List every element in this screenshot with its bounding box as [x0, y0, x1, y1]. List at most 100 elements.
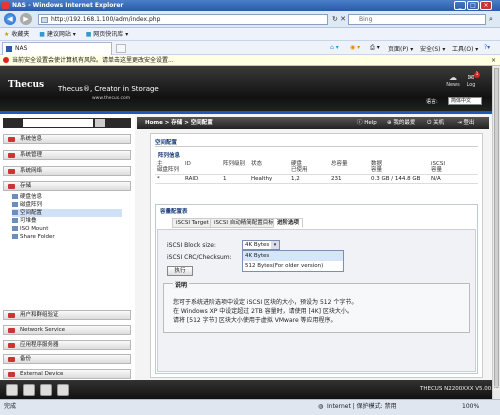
sidebar-search-input[interactable]	[23, 119, 93, 127]
tab-favicon	[6, 46, 12, 52]
sidebar-item-system-info[interactable]: 系统信息	[3, 134, 131, 144]
sidebar-item-system-network[interactable]: 系统网络	[3, 166, 131, 176]
back-icon[interactable]: ◀	[4, 13, 16, 25]
maximize-button[interactable]: □	[467, 1, 479, 10]
close-button[interactable]: ×	[480, 1, 492, 10]
safety-menu[interactable]: 安全(S) ▾	[420, 44, 445, 53]
refresh-icon[interactable]: ↻ ✕	[332, 15, 346, 23]
description-line-2: 在 Windows XP 中设定超过 2TB 容量时，请使用 [4K] 区块大小…	[173, 308, 353, 315]
sidebar-item-label: 系统信息	[20, 136, 43, 142]
brand-slogan: Thecus®, Creator in Storage	[58, 85, 159, 93]
news-button[interactable]: ☁ News	[446, 73, 460, 88]
sidebar-search-button[interactable]	[95, 119, 105, 127]
scroll-thumb[interactable]	[494, 68, 499, 388]
info-icon	[8, 137, 15, 142]
page-menu[interactable]: 页面(P) ▾	[388, 44, 413, 53]
usb-icon	[8, 372, 15, 377]
subitem-label: 空间配置	[20, 210, 43, 216]
dropdown-option-4k[interactable]: 4K Bytes	[243, 251, 343, 261]
tab-advanced-options[interactable]: 进阶选项	[273, 218, 304, 228]
close-infobar-icon[interactable]: ×	[491, 55, 496, 66]
shutdown-label: 关机	[433, 120, 445, 126]
col-disks: 硬盘 已使用	[289, 160, 329, 175]
shutdown-button[interactable]: ⏻ 关机	[427, 117, 444, 129]
storage-icon	[8, 184, 15, 189]
sidebar-subitem-share-folder[interactable]: Share Folder	[12, 233, 122, 241]
help-label: Help	[364, 120, 377, 126]
address-input[interactable]: http://192.168.1.100/adm/index.php	[38, 14, 328, 25]
cell-master: *	[155, 174, 183, 184]
news-icon: ☁	[449, 73, 457, 82]
sidebar-item-user-auth[interactable]: 用户和群组验证	[3, 310, 131, 320]
logout-button[interactable]: ⇥ 登出	[457, 117, 474, 129]
web-slice-gallery-link[interactable]: 网页快讯库 ▾	[93, 31, 128, 38]
home-icon[interactable]: ⌂ ▾	[330, 44, 339, 51]
block-size-select[interactable]: 4K Bytes ▾	[242, 240, 280, 250]
new-tab-button[interactable]	[116, 44, 126, 53]
search-input[interactable]: Bing	[348, 14, 486, 25]
sidebar-item-system-management[interactable]: 系统管理	[3, 150, 131, 160]
tab-iscsi-thin-provisioning[interactable]: iSCSI 自动精简配置目标	[210, 218, 278, 228]
raid-table: 主 磁盘阵列 ID 阵列级别 状态 硬盘 已使用 总容量 数据 容量 iSCSI…	[155, 160, 478, 184]
storage-status-icon[interactable]	[40, 384, 52, 396]
sidebar-subitem-disk-info[interactable]: 硬盘信息	[12, 193, 122, 201]
subitem-label: ISO Mount	[20, 226, 49, 232]
security-info-bar[interactable]: 当前安全设置会使计算机有风险。请单击这里更改安全设置... ×	[0, 55, 500, 66]
language-select[interactable]: 简体中文	[448, 97, 482, 105]
col-status: 状态	[249, 160, 289, 175]
vertical-scrollbar[interactable]	[492, 66, 500, 399]
disk-status-icon[interactable]	[23, 384, 35, 396]
sidebar-search	[3, 118, 131, 128]
minimize-button[interactable]: _	[454, 1, 466, 10]
feeds-icon[interactable]: ◉ ▾	[350, 44, 360, 51]
users-icon	[8, 313, 15, 318]
info-text: 当前安全设置会使计算机有风险。请单击这里更改安全设置...	[12, 57, 174, 64]
sidebar-item-backup[interactable]: 备份	[3, 354, 131, 364]
print-icon[interactable]: ⎙ ▾	[370, 44, 380, 52]
sidebar-subitem-raid[interactable]: 磁盘阵列	[12, 201, 122, 209]
sidebar-item-label: 存储	[20, 183, 32, 189]
sidebar-item-network-service[interactable]: Network Service	[3, 325, 131, 335]
language-label: 语言:	[426, 99, 438, 105]
network-icon	[8, 169, 15, 174]
block-size-dropdown: 4K Bytes 512 Bytes(For older version)	[242, 250, 344, 272]
help-icon[interactable]: ?▾	[484, 44, 490, 51]
settings-icon	[8, 153, 15, 158]
sidebar-item-label: 应用程序服务器	[20, 342, 59, 348]
subitem-label: 可堆叠	[20, 218, 37, 224]
suggested-sites-link[interactable]: 建议网站 ▾	[47, 31, 76, 38]
favorites-link[interactable]: 收藏夹	[11, 31, 29, 38]
page-icon	[41, 17, 48, 23]
sidebar-item-external-device[interactable]: External Device	[3, 369, 131, 379]
help-button[interactable]: ⓘ Help	[357, 117, 377, 129]
favorite-button[interactable]: ⊕ 我的最爱	[387, 117, 415, 129]
sidebar-subitem-stackable[interactable]: 可堆叠	[12, 217, 122, 225]
sidebar-subitem-space-allocation[interactable]: 空间配置	[12, 209, 122, 217]
browser-status-bar: 完成 ◍ Internet | 保护模式: 禁用 100%	[0, 399, 500, 415]
table-row[interactable]: * RAID 1 Healthy 1,2 231 0.3 GB / 144.8 …	[155, 174, 478, 184]
sidebar-item-storage[interactable]: 存储	[3, 181, 131, 191]
sidebar-subitem-iso-mount[interactable]: ISO Mount	[12, 225, 122, 233]
monitor-icon[interactable]	[6, 384, 18, 396]
camera-icon[interactable]	[57, 384, 69, 396]
dropdown-option-512[interactable]: 512 Bytes(For older version)	[243, 261, 343, 271]
firmware-version: THECUS N2200XXX V5.00.02	[420, 386, 500, 392]
tab-iscsi-target[interactable]: iSCSI Target	[172, 218, 213, 228]
tab-nas[interactable]: NAS	[2, 42, 112, 55]
news-label: News	[446, 82, 460, 88]
cell-data-capacity: 0.3 GB / 144.8 GB	[369, 174, 429, 184]
tools-menu[interactable]: 工具(O) ▾	[452, 44, 478, 53]
search-icon[interactable]: ⌕	[489, 15, 493, 24]
forward-icon[interactable]: ▶	[20, 13, 32, 25]
address-toolbar: ◀ ▶ http://192.168.1.100/adm/index.php ↻…	[0, 11, 500, 28]
sidebar-item-app-server[interactable]: 应用程序服务器	[3, 340, 131, 350]
zoom-level[interactable]: 100%	[462, 400, 479, 414]
apply-button[interactable]: 执行	[167, 266, 193, 276]
window-title: NAS - Windows Internet Explorer	[12, 2, 124, 9]
block-size-label: iSCSI Block size:	[167, 242, 216, 249]
address-url: http://192.168.1.100/adm/index.php	[51, 16, 161, 23]
col-level: 阵列级别	[221, 160, 249, 175]
app-icon	[8, 343, 15, 348]
description-line-3: 请将 [512 字节] 区块大小使用于虚拟 VMware 等应用程序。	[173, 317, 337, 324]
star-icon[interactable]: ★	[4, 31, 9, 38]
